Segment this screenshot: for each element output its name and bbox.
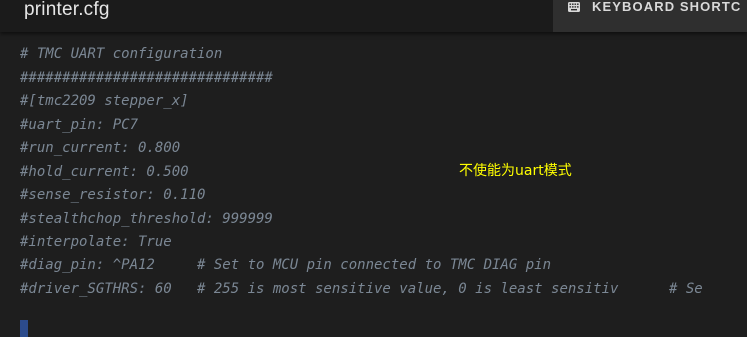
keyboard-icon	[568, 2, 580, 12]
code-line[interactable]: #uart_pin: PC7	[20, 114, 138, 136]
code-line[interactable]: ##############################	[20, 67, 273, 89]
code-editor[interactable]: ############################## # TMC UAR…	[0, 11, 747, 337]
code-line[interactable]: #interpolate: True	[20, 231, 172, 253]
code-line[interactable]: #run_current: 0.800	[20, 137, 180, 159]
file-title: printer.cfg	[24, 0, 110, 20]
title-bar: printer.cfg KEYBOARD SHORTC	[0, 0, 747, 32]
code-line[interactable]: #stealthchop_threshold: 999999	[20, 208, 273, 230]
text-cursor	[20, 320, 28, 337]
code-line[interactable]: #driver_SGTHRS: 60 # 255 is most sensiti…	[20, 278, 703, 300]
keyboard-shortcuts-label: KEYBOARD SHORTC	[592, 0, 742, 14]
annotation-text: 不使能为uart模式	[459, 163, 572, 179]
keyboard-shortcuts-button[interactable]: KEYBOARD SHORTC	[553, 0, 747, 32]
code-line[interactable]: #sense_resistor: 0.110	[20, 184, 205, 206]
code-line[interactable]: # TMC UART configuration	[20, 43, 222, 65]
code-line[interactable]: #diag_pin: ^PA12 # Set to MCU pin connec…	[20, 254, 551, 276]
editor-window: ############################## # TMC UAR…	[0, 0, 747, 337]
code-line[interactable]: #hold_current: 0.500	[20, 161, 189, 183]
code-line[interactable]: #[tmc2209 stepper_x]	[20, 90, 189, 112]
